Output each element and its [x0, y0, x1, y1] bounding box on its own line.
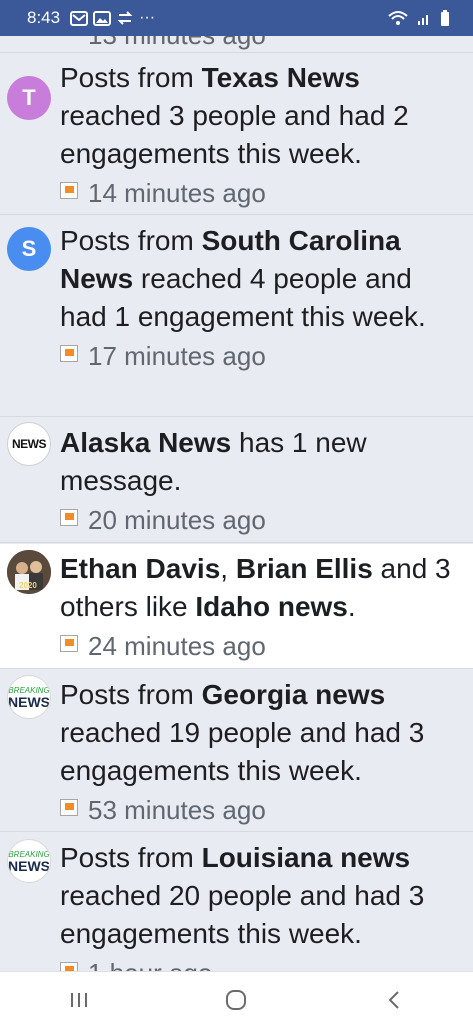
home-button[interactable] [206, 980, 266, 1020]
notification-message: Ethan Davis, Brian Ellis and 3 others li… [60, 550, 465, 626]
message-text: reached 3 people and had 2 engagements t… [60, 100, 409, 169]
page-name[interactable]: Alaska News [60, 427, 231, 458]
flag-icon [60, 344, 78, 362]
user-name[interactable]: Brian Ellis [236, 553, 373, 584]
message-text: reached 19 people and had 3 engagements … [60, 717, 425, 786]
message-text: Posts from [60, 842, 202, 873]
notification-message: Posts from South Carolina News reached 4… [60, 222, 465, 336]
flag-icon [60, 634, 78, 652]
flag-icon [60, 181, 78, 199]
back-icon [388, 990, 399, 1009]
gmail-icon [70, 10, 89, 26]
page-name[interactable]: Georgia news [202, 679, 386, 710]
status-time: 8:43 [27, 8, 61, 27]
notification-message: Alaska News has 1 new message. [60, 424, 465, 500]
page-name[interactable]: Idaho news [195, 591, 347, 622]
recent-apps-button[interactable] [49, 980, 109, 1020]
home-icon [226, 989, 247, 1010]
notification-item[interactable]: T Posts from Texas News reached 3 people… [0, 53, 473, 215]
wifi-icon [388, 10, 408, 26]
notification-item[interactable]: NEWS Alaska News has 1 new message. 20 m… [0, 418, 473, 543]
notification-message: Posts from Texas News reached 3 people a… [60, 59, 465, 173]
message-text: reached 20 people and had 3 engagements … [60, 880, 425, 949]
status-bar: 8:43 ··· [0, 0, 473, 36]
avatar: BREAKING NEWS [7, 839, 51, 883]
signal-icon [417, 11, 431, 25]
avatar: BREAKING NEWS [7, 675, 51, 719]
sync-icon [116, 10, 134, 26]
notification-message: Posts from Louisiana news reached 20 peo… [60, 839, 465, 953]
notifications-feed[interactable]: 13 minutes ago T Posts from Texas News r… [0, 36, 473, 971]
notification-time: 24 minutes ago [88, 630, 266, 661]
notification-item[interactable]: BREAKING NEWS Posts from Louisiana news … [0, 833, 473, 971]
battery-icon [440, 10, 450, 26]
notification-previous-partial[interactable]: 13 minutes ago [0, 36, 473, 53]
page-name[interactable]: Texas News [202, 62, 360, 93]
notification-time: 1 hour ago [88, 958, 212, 972]
notification-time: 13 minutes ago [88, 36, 266, 51]
avatar-logo-text: NEWS [12, 437, 47, 451]
avatar: S [7, 227, 51, 271]
notification-item[interactable]: 2020 Ethan Davis, Brian Ellis and 3 othe… [0, 544, 473, 669]
flag-icon [60, 798, 78, 816]
flag-icon [60, 961, 78, 971]
message-text: Posts from [60, 679, 202, 710]
message-text: Posts from [60, 225, 202, 256]
navigation-bar [0, 971, 473, 1027]
page-name[interactable]: Louisiana news [202, 842, 411, 873]
avatar-logo-bottom: NEWS [8, 857, 50, 874]
flag-icon [60, 508, 78, 526]
avatar-letter: S [21, 236, 37, 261]
message-text: Posts from [60, 62, 202, 93]
avatar: T [7, 76, 51, 120]
recent-apps-icon [70, 992, 87, 1007]
notification-item[interactable]: BREAKING NEWS Posts from Georgia news re… [0, 670, 473, 832]
avatar-letter: T [22, 85, 36, 110]
user-name[interactable]: Ethan Davis [60, 553, 220, 584]
notification-time: 14 minutes ago [88, 177, 266, 208]
notification-time: 53 minutes ago [88, 794, 266, 825]
overflow-dots: ··· [139, 9, 156, 26]
message-text: . [347, 591, 356, 622]
gallery-icon [93, 10, 112, 26]
back-button[interactable] [364, 980, 424, 1020]
notification-time: 20 minutes ago [88, 504, 266, 535]
avatar-caption: 2020 [19, 581, 37, 590]
avatar: NEWS [7, 422, 51, 466]
notification-message: Posts from Georgia news reached 19 peopl… [60, 676, 465, 790]
notification-item[interactable]: S Posts from South Carolina News reached… [0, 216, 473, 417]
notification-time: 17 minutes ago [88, 340, 266, 371]
avatar-logo-bottom: NEWS [8, 693, 50, 710]
message-text: , [220, 553, 236, 584]
avatar: 2020 [7, 550, 51, 594]
